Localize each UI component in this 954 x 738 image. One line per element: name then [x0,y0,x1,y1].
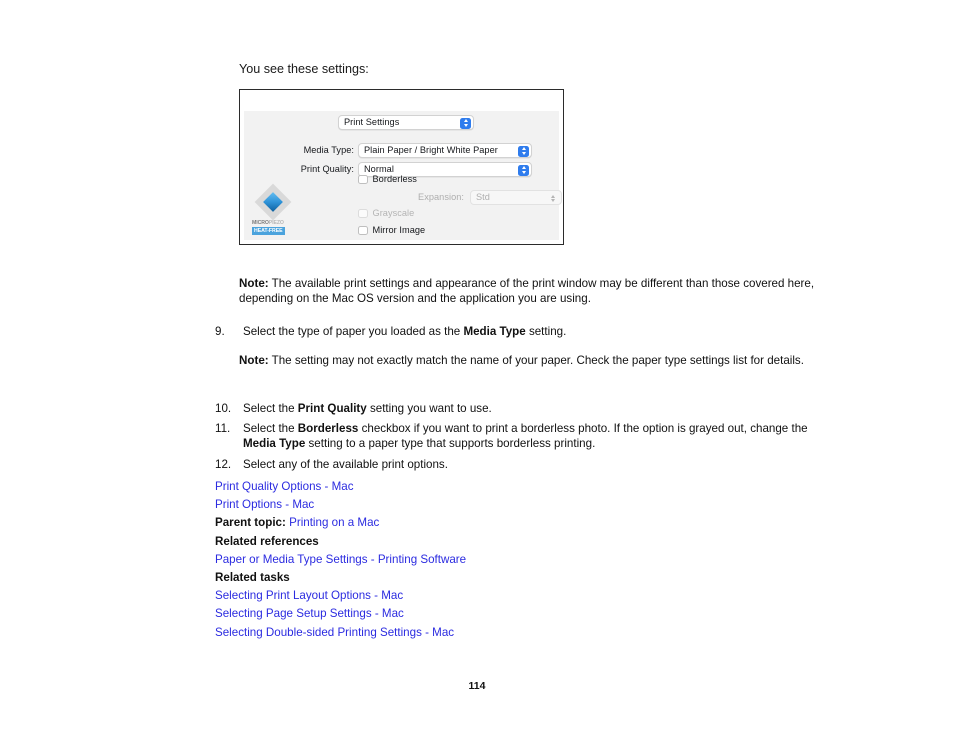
related-links-section: Print Quality Options - Mac Print Option… [215,478,835,642]
stepper-updown-icon [518,164,529,176]
link-row: Paper or Media Type Settings - Printing … [215,551,835,569]
list-item-11: 11. Select the Borderless checkbox if yo… [215,421,815,451]
micropiezo-heatfree-logo: MICROPIEZO HEAT-FREE [252,183,302,241]
list-text: Select the Borderless checkbox if you wa… [243,422,808,450]
print-settings-dialog: Print Settings Media Type: Plain Paper /… [239,89,564,245]
list-text: Select the type of paper you loaded as t… [243,325,567,338]
checkbox-icon [358,225,368,236]
expansion-select: Std [470,190,562,205]
link-selecting-double-sided-printing[interactable]: Selecting Double-sided Printing Settings… [215,626,454,639]
link-selecting-page-setup-settings[interactable]: Selecting Page Setup Settings - Mac [215,607,404,620]
list-item-10: 10. Select the Print Quality setting you… [215,401,815,416]
related-tasks-header-row: Related tasks [215,569,835,587]
media-type-select[interactable]: Plain Paper / Bright White Paper [358,143,532,158]
pane-popup-label: Print Settings [344,116,400,127]
stepper-updown-icon [460,117,471,129]
note-print-settings: Note: The available print settings and a… [239,277,819,306]
stepper-updown-icon [518,145,529,157]
note-label: Note: [239,354,269,367]
logo-micropiezo-text: MICROPIEZO [252,220,284,226]
related-references-header-row: Related references [215,533,835,551]
mirror-image-label: Mirror Image [372,224,426,235]
link-row: Selecting Print Layout Options - Mac [215,587,835,605]
dialog-body: Print Settings Media Type: Plain Paper /… [244,111,562,241]
list-number: 12. [215,458,232,471]
stepper-updown-icon [548,193,557,204]
related-references-header: Related references [215,534,319,548]
link-printing-on-a-mac[interactable]: Printing on a Mac [289,516,379,529]
checkbox-icon [358,174,368,185]
page-number: 114 [468,680,486,692]
grayscale-checkbox: Grayscale [358,207,414,220]
document-page: You see these settings: Print Settings M… [0,0,954,738]
list-text: Select any of the available print option… [243,458,448,471]
list-item-12: 12. Select any of the available print op… [215,457,815,472]
grayscale-label: Grayscale [372,207,415,218]
note-text: The setting may not exactly match the na… [268,354,804,367]
link-row: Print Options - Mac [215,496,835,514]
parent-topic-label: Parent topic: [215,516,286,530]
note-media-type: Note: The setting may not exactly match … [239,354,824,369]
link-row: Print Quality Options - Mac [215,478,835,496]
media-type-label: Media Type: [303,145,354,155]
related-tasks-header: Related tasks [215,571,290,585]
link-print-quality-options[interactable]: Print Quality Options - Mac [215,480,354,493]
link-row: Selecting Double-sided Printing Settings… [215,624,835,642]
print-quality-label: Print Quality: [300,164,354,174]
pane-popup-button[interactable]: Print Settings [338,115,474,130]
intro-text: You see these settings: [239,62,369,76]
borderless-checkbox[interactable]: Borderless [358,173,417,186]
dialog-top-band [240,90,563,111]
list-number: 10. [215,402,232,415]
parent-topic-row: Parent topic: Printing on a Mac [215,514,835,532]
expansion-value: Std [476,191,490,202]
note-label: Note: [239,277,269,290]
link-paper-or-media-type-settings[interactable]: Paper or Media Type Settings - Printing … [215,553,466,566]
link-selecting-print-layout-options[interactable]: Selecting Print Layout Options - Mac [215,589,403,602]
media-type-value: Plain Paper / Bright White Paper [364,144,498,155]
link-row: Selecting Page Setup Settings - Mac [215,605,835,623]
list-number: 11. [215,422,231,435]
logo-heatfree-text: HEAT-FREE [252,227,285,235]
list-item-9: 9. Select the type of paper you loaded a… [215,324,815,339]
borderless-label: Borderless [372,173,417,184]
checkbox-icon [358,208,368,219]
list-number: 9. [215,325,225,338]
link-print-options[interactable]: Print Options - Mac [215,498,314,511]
note-text: The available print settings and appeara… [239,277,815,305]
mirror-image-checkbox[interactable]: Mirror Image [358,224,425,237]
expansion-label: Expansion: [418,192,464,202]
list-text: Select the Print Quality setting you wan… [243,402,492,415]
